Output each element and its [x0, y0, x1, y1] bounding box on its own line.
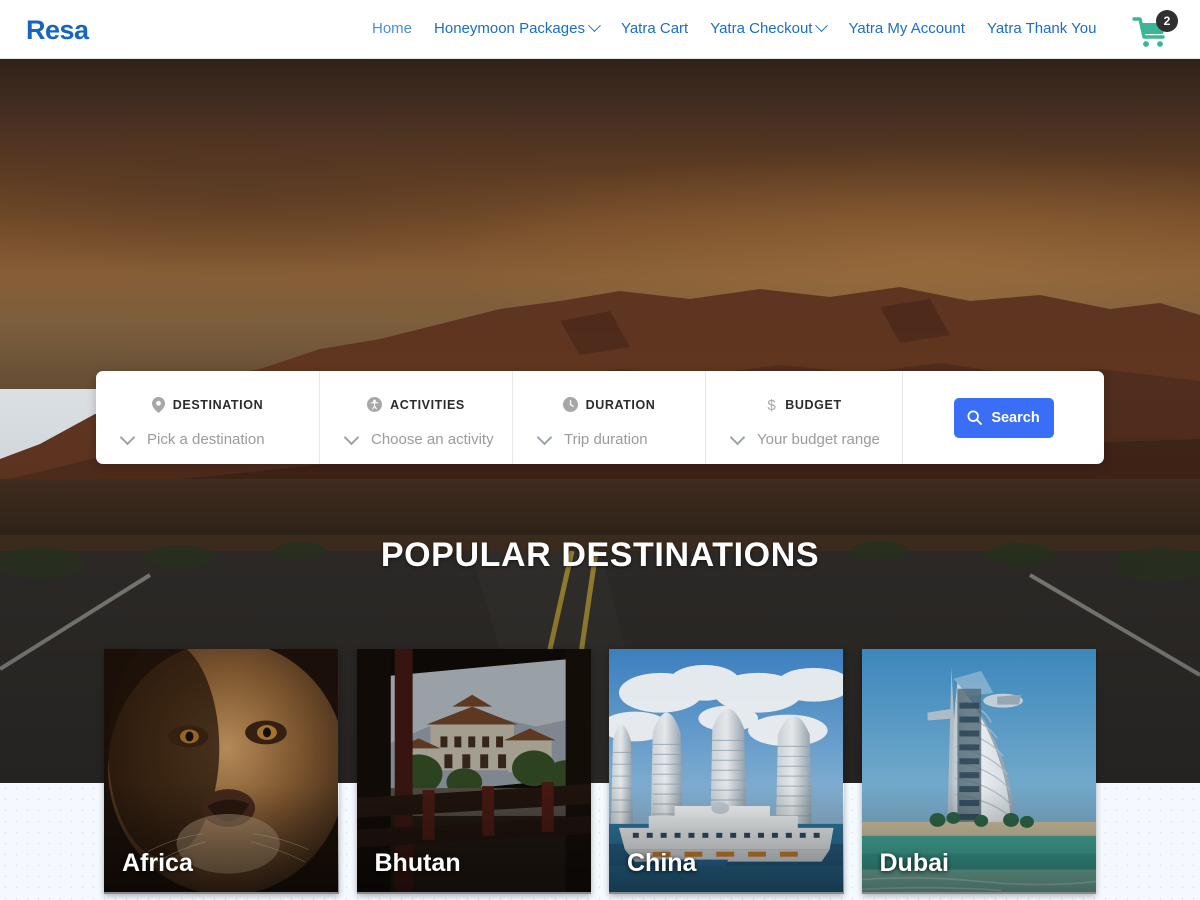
- nav-label: Yatra Thank You: [986, 20, 1097, 37]
- trip-search-panel: DESTINATION Pick a destination ACTIVITIE…: [96, 371, 1104, 464]
- activity-person-icon: [367, 397, 383, 412]
- search-field-label: BUDGET: [785, 397, 842, 412]
- search-field-control[interactable]: Trip duration: [513, 421, 705, 459]
- nav-label: Home: [372, 20, 413, 37]
- destination-card-africa[interactable]: Africa: [104, 649, 339, 894]
- nav-item-yatra-thank-you[interactable]: Yatra Thank You: [987, 20, 1097, 37]
- popular-destinations-list: Africa Bhutan China Dubai: [104, 649, 1096, 894]
- destination-title: Dubai: [879, 849, 949, 877]
- page-root: Resa Home Honeymoon Packages Yatra Cart …: [0, 0, 1200, 900]
- search-field-destination[interactable]: DESTINATION Pick a destination: [96, 371, 320, 464]
- search-field-activities[interactable]: ACTIVITIES Choose an activity: [320, 371, 513, 464]
- search-icon: [967, 410, 983, 425]
- nav-label: Yatra My Account: [848, 20, 965, 37]
- nav-item-honeymoon-packages[interactable]: Honeymoon Packages: [434, 19, 601, 37]
- nav-label: Yatra Cart: [620, 20, 689, 37]
- chevron-down-icon: [588, 19, 601, 33]
- destination-card-bhutan[interactable]: Bhutan: [356, 649, 591, 894]
- chevron-down-icon: [536, 429, 553, 446]
- cart-count-badge: 2: [1156, 10, 1178, 32]
- chevron-down-icon: [729, 429, 746, 446]
- destination-title: China: [627, 849, 697, 877]
- search-field-label: DURATION: [585, 397, 656, 412]
- search-field-label: ACTIVITIES: [390, 397, 465, 412]
- search-field-control[interactable]: Pick a destination: [96, 421, 319, 459]
- search-field-header: DURATION: [513, 377, 705, 421]
- brand-logo[interactable]: Resa: [26, 15, 89, 46]
- map-pin-icon: [151, 396, 165, 413]
- clock-icon: [562, 397, 578, 412]
- nav-item-yatra-cart[interactable]: Yatra Cart: [621, 20, 688, 37]
- search-field-header: $ BUDGET: [706, 377, 902, 421]
- site-header: Resa Home Honeymoon Packages Yatra Cart …: [0, 0, 1200, 59]
- activities-input[interactable]: Choose an activity: [371, 431, 494, 448]
- search-field-duration[interactable]: DURATION Trip duration: [513, 371, 706, 464]
- destination-card-dubai[interactable]: Dubai: [861, 649, 1096, 894]
- search-field-header: DESTINATION: [96, 377, 319, 421]
- nav-label: Honeymoon Packages: [434, 20, 585, 37]
- nav-label: Yatra Checkout: [710, 20, 813, 37]
- nav-item-home[interactable]: Home: [372, 20, 412, 37]
- search-field-control[interactable]: Choose an activity: [320, 421, 512, 459]
- budget-input[interactable]: Your budget range: [757, 431, 880, 448]
- destination-title: Africa: [122, 849, 193, 877]
- nav-item-yatra-checkout[interactable]: Yatra Checkout: [710, 19, 829, 37]
- chevron-down-icon: [119, 429, 136, 446]
- svg-text:$: $: [768, 397, 777, 413]
- search-field-header: ACTIVITIES: [320, 377, 512, 421]
- destination-card-china[interactable]: China: [609, 649, 844, 894]
- cart-button[interactable]: 2: [1130, 10, 1178, 52]
- destination-title: Bhutan: [374, 849, 461, 877]
- destination-input[interactable]: Pick a destination: [147, 431, 265, 448]
- search-button-zone: Search: [903, 371, 1104, 464]
- search-button[interactable]: Search: [953, 397, 1054, 438]
- search-field-control[interactable]: Your budget range: [706, 421, 902, 459]
- search-field-label: DESTINATION: [172, 397, 264, 412]
- chevron-down-icon: [343, 429, 360, 446]
- search-button-label: Search: [991, 409, 1040, 426]
- nav-item-yatra-my-account[interactable]: Yatra My Account: [848, 20, 964, 37]
- chevron-down-icon: [815, 19, 829, 33]
- main-navigation: Home Honeymoon Packages Yatra Cart Yatra…: [372, 19, 1097, 37]
- duration-input[interactable]: Trip duration: [564, 431, 648, 448]
- dollar-icon: $: [766, 397, 777, 413]
- search-field-budget[interactable]: $ BUDGET Your budget range: [706, 371, 903, 464]
- page-title: POPULAR DESTINATIONS: [380, 536, 820, 574]
